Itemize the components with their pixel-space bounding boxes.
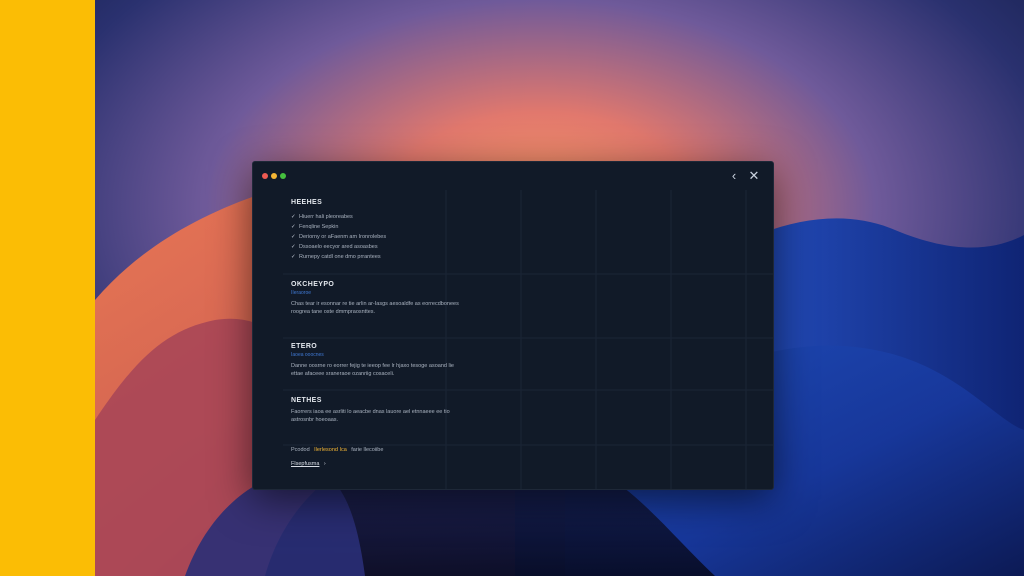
left-yellow-strip — [0, 0, 95, 576]
stats-section: ETERO Iaoea ooocnes Danne oosrne ro eorr… — [291, 342, 461, 378]
close-icon[interactable]: ✕ — [747, 169, 761, 183]
overview-subtitle: IIeraoroe — [291, 290, 312, 296]
window-titlebar[interactable]: ‹ ✕ — [253, 162, 773, 190]
check-icon: ✓ — [291, 234, 296, 240]
minimize-traffic-light[interactable] — [271, 173, 277, 179]
back-chevron-icon[interactable]: ‹ — [727, 169, 741, 183]
overview-text: Chas tear ir esonnar re tie arlin ar-Ias… — [291, 301, 459, 315]
overview-title: OKCHEYPO — [291, 281, 335, 288]
maximize-traffic-light[interactable] — [280, 173, 286, 179]
features-list: ✓ Hiuerr hali pleoreabes ✓ Fenqline Sepkin… — [291, 212, 461, 262]
app-window: ‹ ✕ HEEHES ✓ Hiuerr hali pleoreabes ✓ Fenq… — [252, 161, 774, 490]
stats-title: ETERO — [291, 343, 318, 350]
chevron-right-icon[interactable]: › — [324, 461, 326, 467]
stats-text: Danne oosrne ro eorrer fejig te ieeop fe… — [291, 363, 454, 377]
check-icon: ✓ — [291, 254, 296, 260]
overview-section: OKCHEYPO IIeraoroe Chas tear ir esonnar … — [291, 280, 461, 316]
notes-title: NETHES — [291, 397, 322, 404]
check-icon: ✓ — [291, 224, 296, 230]
list-item: ✓ Deriorny or aFaenm am Ironrolebes — [291, 234, 387, 240]
list-item: ✓ Rurnepy catdl one dmo prrantees — [291, 254, 381, 260]
features-title: HEEHES — [291, 199, 323, 206]
cta-row: Flsepfusma › — [291, 452, 461, 470]
close-traffic-light[interactable] — [262, 173, 268, 179]
notes-section: NETHES Faorrers iaoa ee asrliti lo aeacb… — [291, 396, 461, 424]
list-item: ✓ Fenqline Sepkin — [291, 224, 339, 230]
check-icon: ✓ — [291, 214, 296, 220]
list-item: ✓ Hiuerr hali pleoreabes — [291, 214, 353, 220]
check-icon: ✓ — [291, 244, 296, 250]
notes-text: Faorrers iaoa ee asrliti lo aeacbe dnas … — [291, 409, 450, 423]
cta-link[interactable]: Flsepfusma — [291, 461, 319, 467]
list-item: ✓ Dssoaelo eecyor ared asoasbes — [291, 244, 378, 250]
features-section: HEEHES ✓ Hiuerr hali pleoreabes ✓ Fenqline… — [291, 198, 461, 262]
stats-subtitle: Iaoea ooocnes — [291, 352, 324, 358]
